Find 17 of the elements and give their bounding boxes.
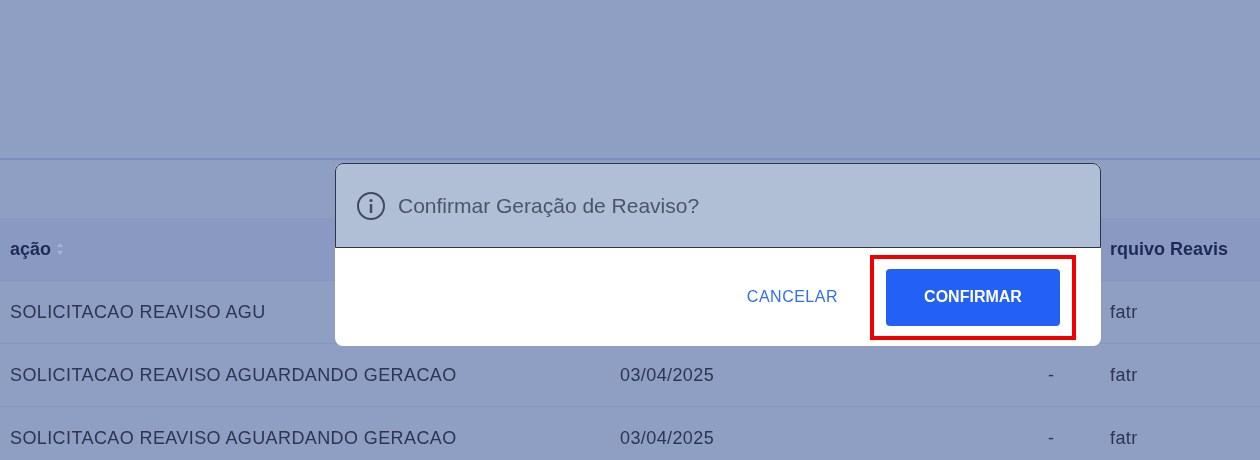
cancel-button[interactable]: CANCELAR	[738, 278, 846, 316]
table-cell: SOLICITACAO REAVISO AGU	[10, 301, 266, 323]
table-cell: SOLICITACAO REAVISO AGUARDANDO GERACAO	[10, 364, 457, 386]
table-cell: 03/04/2025	[620, 364, 715, 385]
table-cell: 03/04/2025	[620, 427, 715, 448]
column-header[interactable]: ação	[10, 238, 52, 260]
sort-icon[interactable]	[56, 242, 65, 256]
info-icon	[356, 190, 386, 221]
dialog-title: Confirmar Geração de Reaviso?	[398, 193, 700, 218]
confirm-button[interactable]: CONFIRMAR	[886, 268, 1060, 326]
table-cell: fatr	[1110, 364, 1138, 386]
table-cell: -	[1048, 364, 1055, 385]
column-header[interactable]: rquivo Reavis	[1110, 238, 1229, 260]
table-cell: fatr	[1110, 301, 1138, 323]
table-cell: fatr	[1110, 427, 1138, 449]
table-cell: SOLICITACAO REAVISO AGUARDANDO GERACAO	[10, 427, 457, 449]
table-cell: -	[1048, 427, 1055, 448]
